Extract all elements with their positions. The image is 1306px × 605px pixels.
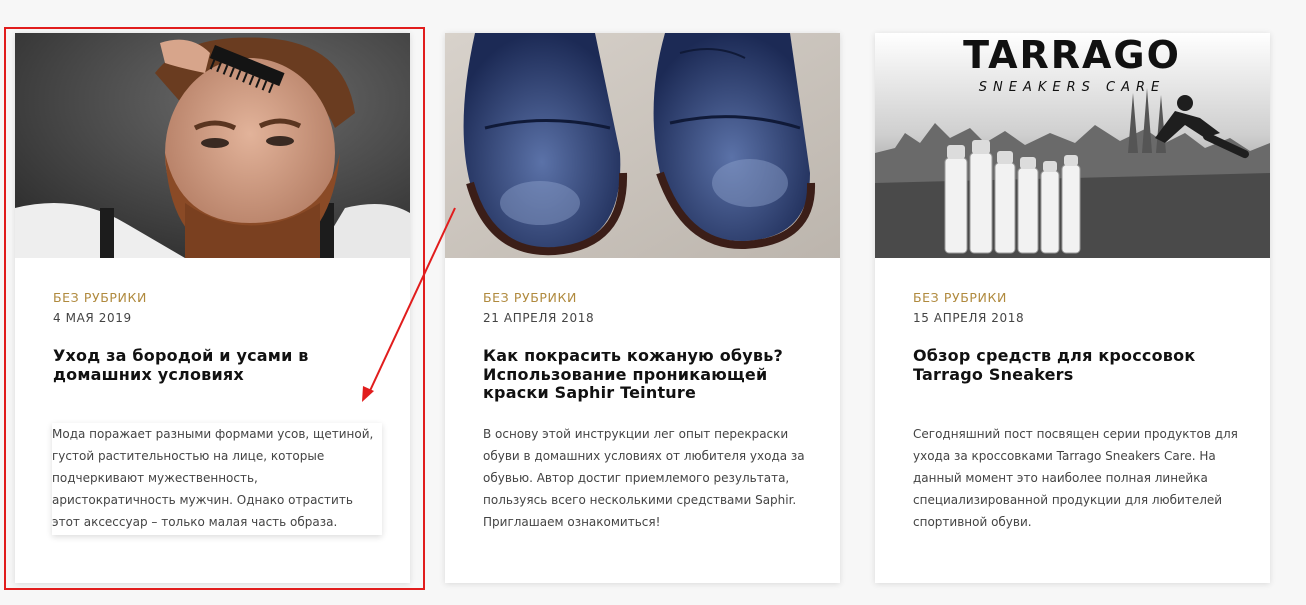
post-title[interactable]: Уход за бородой и усами в домашних услов…	[53, 346, 380, 384]
post-image-tarrago[interactable]: TARRAGO SNEAKERS CARE	[875, 33, 1270, 258]
tarrago-logo-subtitle: SNEAKERS CARE	[979, 80, 1165, 95]
post-excerpt: В основу этой инструкции лег опыт перекр…	[483, 427, 805, 529]
post-category[interactable]: Без рубрики	[53, 291, 380, 305]
leather-shoes-photo	[445, 33, 840, 258]
post-card[interactable]: Без рубрики 21 апреля 2018 Как покрасить…	[445, 33, 840, 583]
post-category[interactable]: Без рубрики	[913, 291, 1240, 305]
post-card[interactable]: Без рубрики 4 мая 2019 Уход за бородой и…	[15, 33, 410, 583]
post-category[interactable]: Без рубрики	[483, 291, 810, 305]
post-title[interactable]: Обзор средств для кроссовок Tarrago Snea…	[913, 346, 1240, 384]
tarrago-logo-text: TARRAGO	[963, 33, 1181, 77]
post-card[interactable]: TARRAGO SNEAKERS CARE Без рубрики 15 апр…	[875, 33, 1270, 583]
post-title[interactable]: Как покрасить кожаную обувь? Использован…	[483, 346, 810, 403]
tarrago-promo-photo: TARRAGO SNEAKERS CARE	[875, 33, 1270, 258]
post-image-shoes[interactable]	[445, 33, 840, 258]
post-date: 4 мая 2019	[53, 311, 132, 325]
post-excerpt: Сегодняшний пост посвящен серии продукто…	[913, 427, 1238, 529]
post-date: 21 апреля 2018	[483, 311, 595, 325]
post-excerpt: Мода поражает разными формами усов, щети…	[52, 423, 382, 535]
post-date: 15 апреля 2018	[913, 311, 1025, 325]
post-image-beard[interactable]	[15, 33, 410, 258]
beard-man-photo	[15, 33, 410, 258]
